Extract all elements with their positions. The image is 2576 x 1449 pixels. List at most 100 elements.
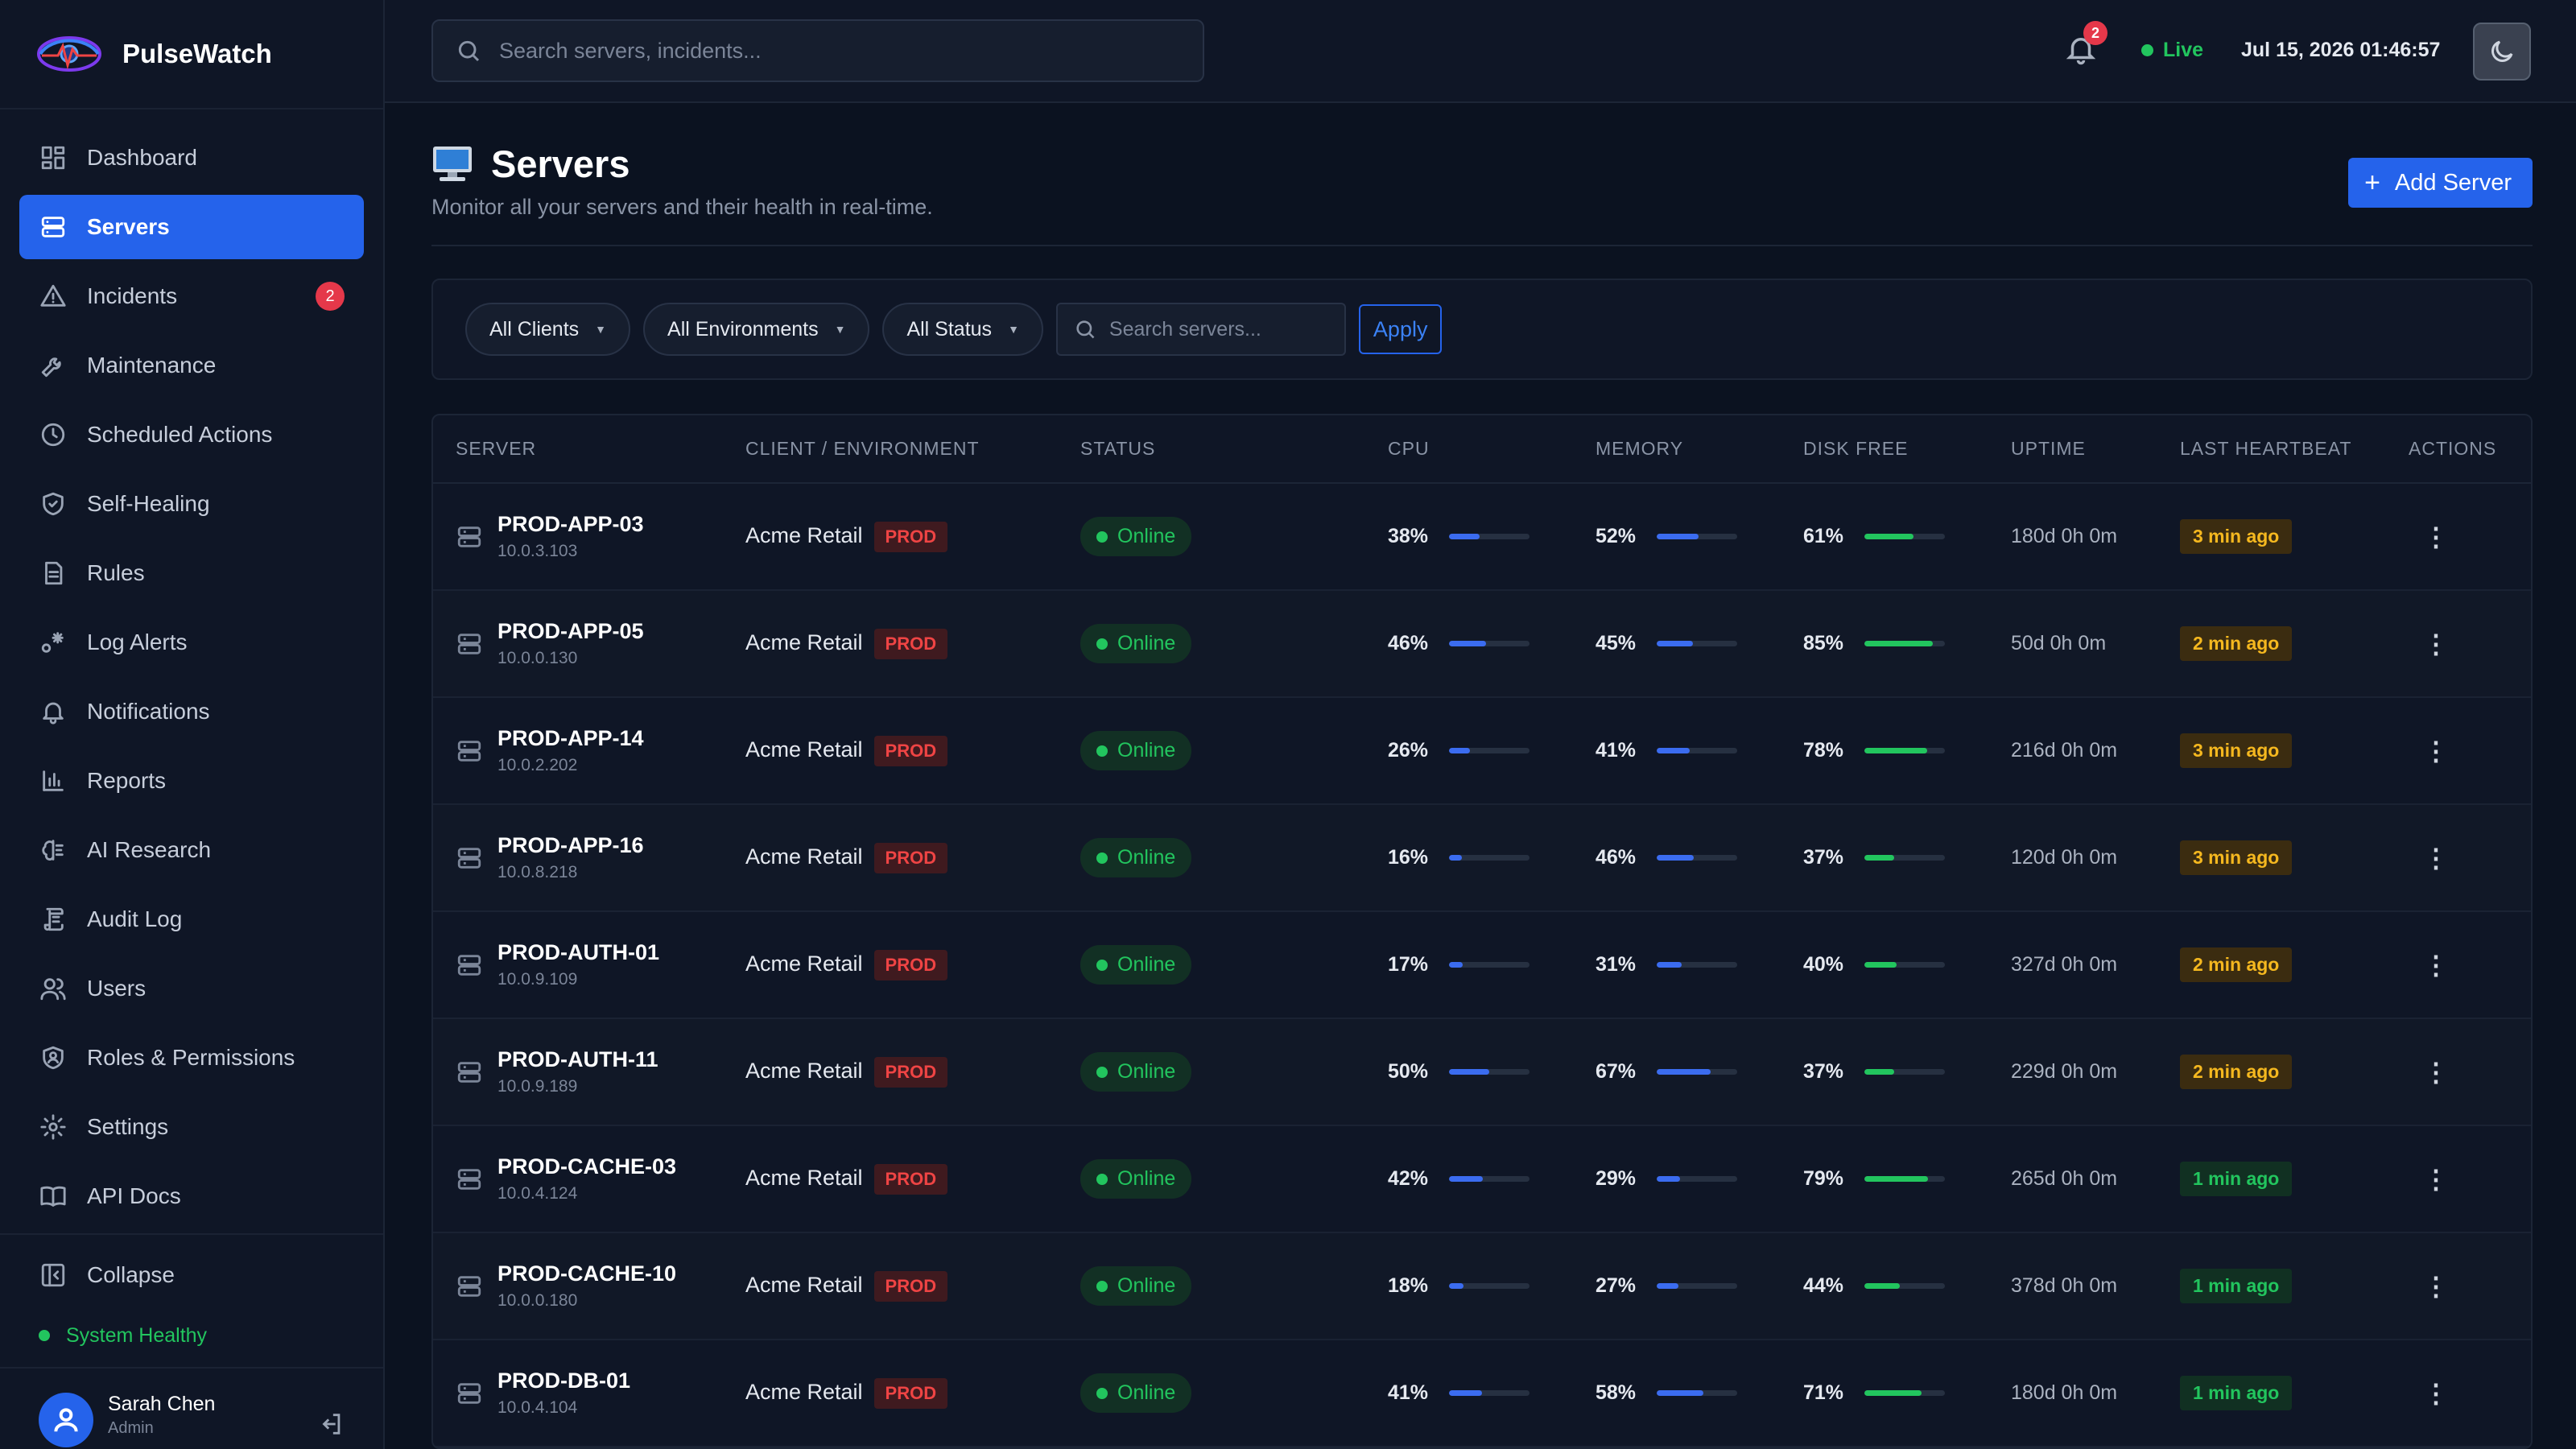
status-label: Online [1117, 953, 1176, 976]
servers-table: SERVER CLIENT / ENVIRONMENT STATUS CPU MEMOR… [431, 414, 2533, 1449]
table-row[interactable]: PROD-CACHE-03 10.0.4.124 Acme Retail PROD On… [433, 1125, 2531, 1233]
disk-metric: 37% [1803, 1060, 1988, 1084]
book-icon [39, 1182, 68, 1211]
global-search-input[interactable]: Search servers, incidents... [431, 19, 1204, 82]
more-actions-icon[interactable]: ⋮ [2409, 522, 2449, 551]
sidebar-item-notifications[interactable]: Notifications [19, 679, 364, 744]
server-name[interactable]: PROD-APP-14 [497, 726, 644, 751]
collapse-icon [39, 1261, 68, 1290]
sidebar-item-settings[interactable]: Settings [19, 1095, 364, 1159]
more-actions-icon[interactable]: ⋮ [2409, 1165, 2449, 1194]
server-name[interactable]: PROD-CACHE-10 [497, 1261, 676, 1286]
server-name[interactable]: PROD-AUTH-01 [497, 940, 659, 965]
disk-metric: 61% [1803, 525, 1988, 548]
table-row[interactable]: PROD-APP-05 10.0.0.130 Acme Retail PROD Onli… [433, 590, 2531, 698]
sidebar-item-maintenance[interactable]: Maintenance [19, 333, 364, 398]
memory-bar [1657, 534, 1737, 539]
more-actions-icon[interactable]: ⋮ [2409, 1058, 2449, 1087]
system-health-status: System Healthy [0, 1315, 383, 1356]
shield-check-icon [39, 489, 68, 518]
disk-bar [1864, 962, 1945, 968]
add-server-label: Add Server [2394, 169, 2512, 196]
sidebar-item-self-healing[interactable]: Self-Healing [19, 472, 364, 536]
memory-bar-fill [1657, 1283, 1678, 1289]
sidebar-item-scheduled-actions[interactable]: Scheduled Actions [19, 402, 364, 467]
status-label: Online [1117, 846, 1176, 869]
memory-bar [1657, 641, 1737, 646]
cpu-value: 26% [1388, 739, 1429, 762]
sidebar-item-incidents[interactable]: Incidents 2 [19, 264, 364, 328]
environment-filter-select[interactable]: All Environments ▼ [643, 303, 870, 356]
server-name[interactable]: PROD-APP-05 [497, 619, 644, 644]
more-actions-icon[interactable]: ⋮ [2409, 737, 2449, 766]
table-row[interactable]: PROD-APP-03 10.0.3.103 Acme Retail PROD Onli… [433, 483, 2531, 591]
cpu-value: 18% [1388, 1274, 1429, 1297]
user-profile[interactable]: Sarah Chen Admin [0, 1375, 383, 1449]
memory-bar-fill [1657, 855, 1694, 861]
cpu-bar [1449, 1283, 1530, 1289]
add-server-button[interactable]: + Add Server [2348, 158, 2533, 208]
sidebar-item-audit-log[interactable]: Audit Log [19, 887, 364, 952]
sidebar-item-dashboard[interactable]: Dashboard [19, 126, 364, 190]
server-search-input[interactable]: Search servers... [1055, 303, 1346, 356]
table-row[interactable]: PROD-AUTH-11 10.0.9.189 Acme Retail PROD Onl… [433, 1018, 2531, 1126]
theme-toggle-button[interactable] [2473, 23, 2531, 80]
status-dot [1096, 959, 1108, 971]
sidebar-item-label: Audit Log [87, 906, 183, 931]
memory-value: 52% [1596, 525, 1637, 547]
sidebar-item-log-alerts[interactable]: Log Alerts [19, 610, 364, 675]
server-icon [456, 952, 483, 979]
more-actions-icon[interactable]: ⋮ [2409, 630, 2449, 658]
cpu-metric: 26% [1388, 739, 1573, 762]
table-row[interactable]: PROD-AUTH-01 10.0.9.109 Acme Retail PROD Onl… [433, 911, 2531, 1019]
more-actions-icon[interactable]: ⋮ [2409, 1379, 2449, 1408]
server-name[interactable]: PROD-APP-03 [497, 512, 644, 537]
client-filter-select[interactable]: All Clients ▼ [465, 303, 631, 356]
server-icon [456, 844, 483, 872]
client-name: Acme Retail [745, 522, 863, 547]
sidebar-item-servers[interactable]: Servers [19, 195, 364, 259]
column-header: CPU [1365, 415, 1573, 484]
server-ip: 10.0.4.104 [497, 1398, 578, 1417]
memory-bar [1657, 962, 1737, 968]
status-badge: Online [1080, 945, 1192, 985]
sidebar-item-users[interactable]: Users [19, 956, 364, 1021]
notifications-button[interactable]: 2 [2064, 21, 2107, 70]
heartbeat-badge: 2 min ago [2180, 626, 2293, 661]
disk-value: 71% [1803, 1381, 1844, 1404]
sidebar-item-api-docs[interactable]: API Docs [19, 1164, 364, 1228]
brand[interactable]: PulseWatch [0, 0, 383, 109]
more-actions-icon[interactable]: ⋮ [2409, 951, 2449, 980]
client-name: Acme Retail [745, 1165, 863, 1190]
sidebar-item-label: Maintenance [87, 353, 217, 378]
status-dot [1096, 530, 1108, 543]
notification-count-badge: 2 [2083, 21, 2107, 45]
memory-value: 29% [1596, 1167, 1637, 1190]
status-dot [1096, 745, 1108, 757]
logout-icon[interactable] [317, 1410, 345, 1442]
table-row[interactable]: PROD-APP-14 10.0.2.202 Acme Retail PROD Onli… [433, 697, 2531, 805]
collapse-button[interactable]: Collapse [0, 1235, 383, 1315]
server-name[interactable]: PROD-CACHE-03 [497, 1154, 676, 1179]
server-name[interactable]: PROD-APP-16 [497, 833, 644, 858]
sidebar-item-ai-research[interactable]: AI Research [19, 818, 364, 882]
table-row[interactable]: PROD-APP-16 10.0.8.218 Acme Retail PROD Onli… [433, 804, 2531, 912]
sidebar-item-rules[interactable]: Rules [19, 541, 364, 605]
sidebar-item-roles-permissions[interactable]: Roles & Permissions [19, 1026, 364, 1090]
table-row[interactable]: PROD-CACHE-10 10.0.0.180 Acme Retail PROD On… [433, 1232, 2531, 1340]
server-name[interactable]: PROD-AUTH-11 [497, 1047, 658, 1072]
table-row[interactable]: PROD-DB-01 10.0.4.104 Acme Retail PROD Onlin… [433, 1340, 2531, 1447]
status-filter-select[interactable]: All Status ▼ [882, 303, 1043, 356]
server-name[interactable]: PROD-DB-01 [497, 1368, 630, 1393]
cpu-bar [1449, 855, 1530, 861]
uptime-value: 378d 0h 0m [2011, 1274, 2118, 1297]
apply-filters-button[interactable]: Apply [1358, 304, 1443, 354]
sidebar-item-reports[interactable]: Reports [19, 749, 364, 813]
memory-bar [1657, 855, 1737, 861]
disk-metric: 40% [1803, 953, 1988, 976]
disk-bar [1864, 641, 1945, 646]
more-actions-icon[interactable]: ⋮ [2409, 844, 2449, 873]
more-actions-icon[interactable]: ⋮ [2409, 1272, 2449, 1301]
memory-bar [1657, 1069, 1737, 1075]
shield-user-icon [39, 1043, 68, 1072]
